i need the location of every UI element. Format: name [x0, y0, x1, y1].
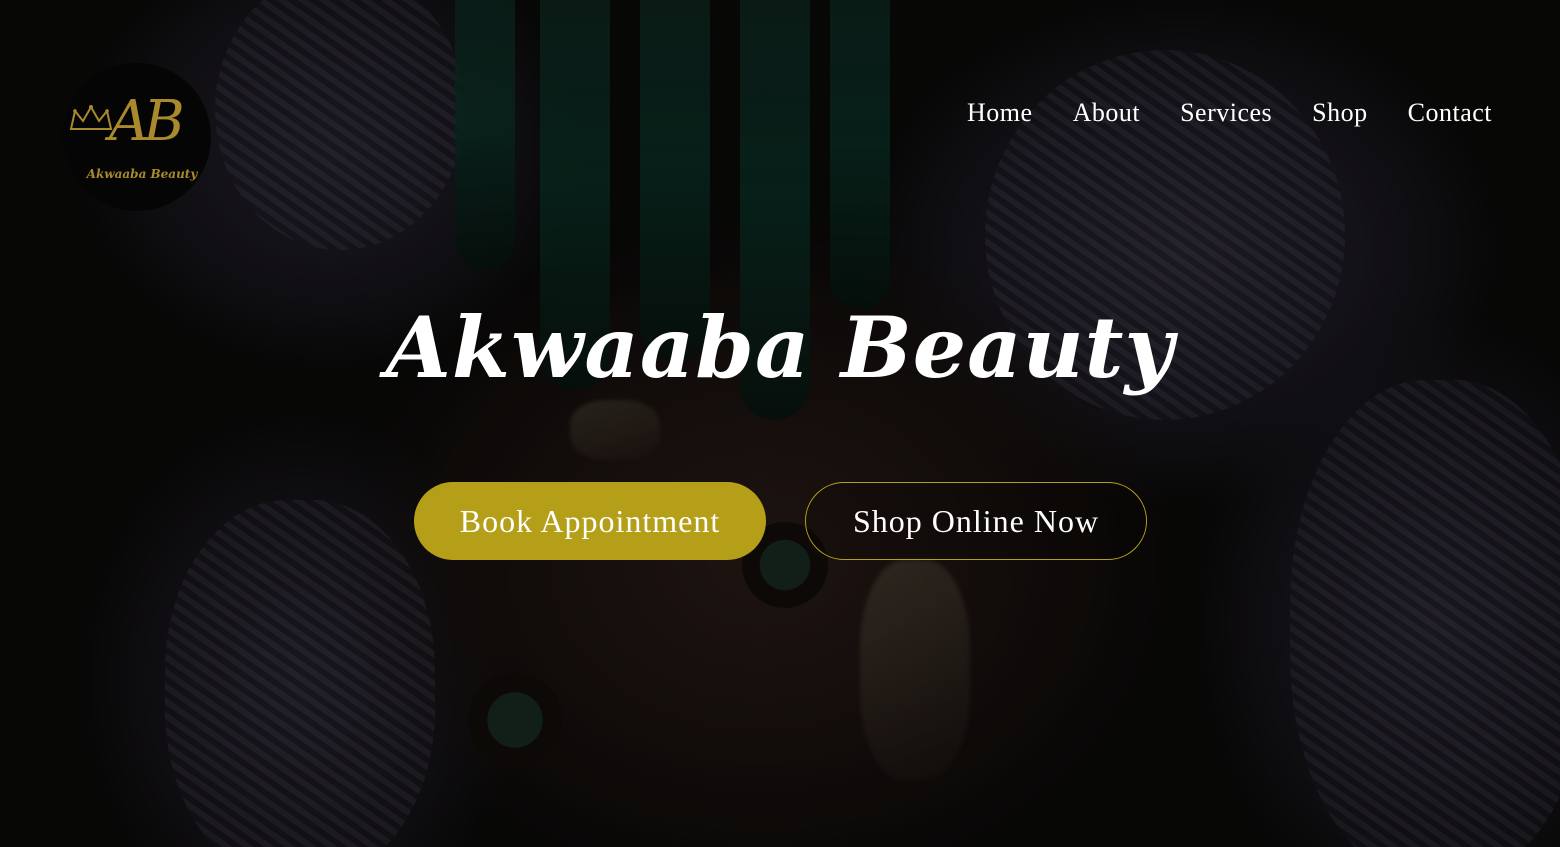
main-nav: Home About Services Shop Contact — [927, 98, 1492, 128]
nav-link-shop[interactable]: Shop — [1312, 98, 1367, 128]
crown-icon — [69, 105, 113, 130]
brand-logo[interactable]: AB Akwaaba Beauty — [63, 63, 211, 211]
logo-subtitle: Akwaaba Beauty — [86, 167, 198, 181]
shop-online-button[interactable]: Shop Online Now — [805, 482, 1147, 560]
logo-monogram: AB — [109, 89, 185, 154]
nav-link-about[interactable]: About — [1073, 98, 1141, 128]
hero-section: AB Akwaaba Beauty Home About Services Sh… — [0, 0, 1560, 847]
hero-title: Akwaaba Beauty — [385, 298, 1175, 397]
nav-link-home[interactable]: Home — [967, 98, 1033, 128]
nav-link-contact[interactable]: Contact — [1408, 98, 1492, 128]
book-appointment-button[interactable]: Book Appointment — [414, 482, 766, 560]
nav-link-services[interactable]: Services — [1180, 98, 1272, 128]
